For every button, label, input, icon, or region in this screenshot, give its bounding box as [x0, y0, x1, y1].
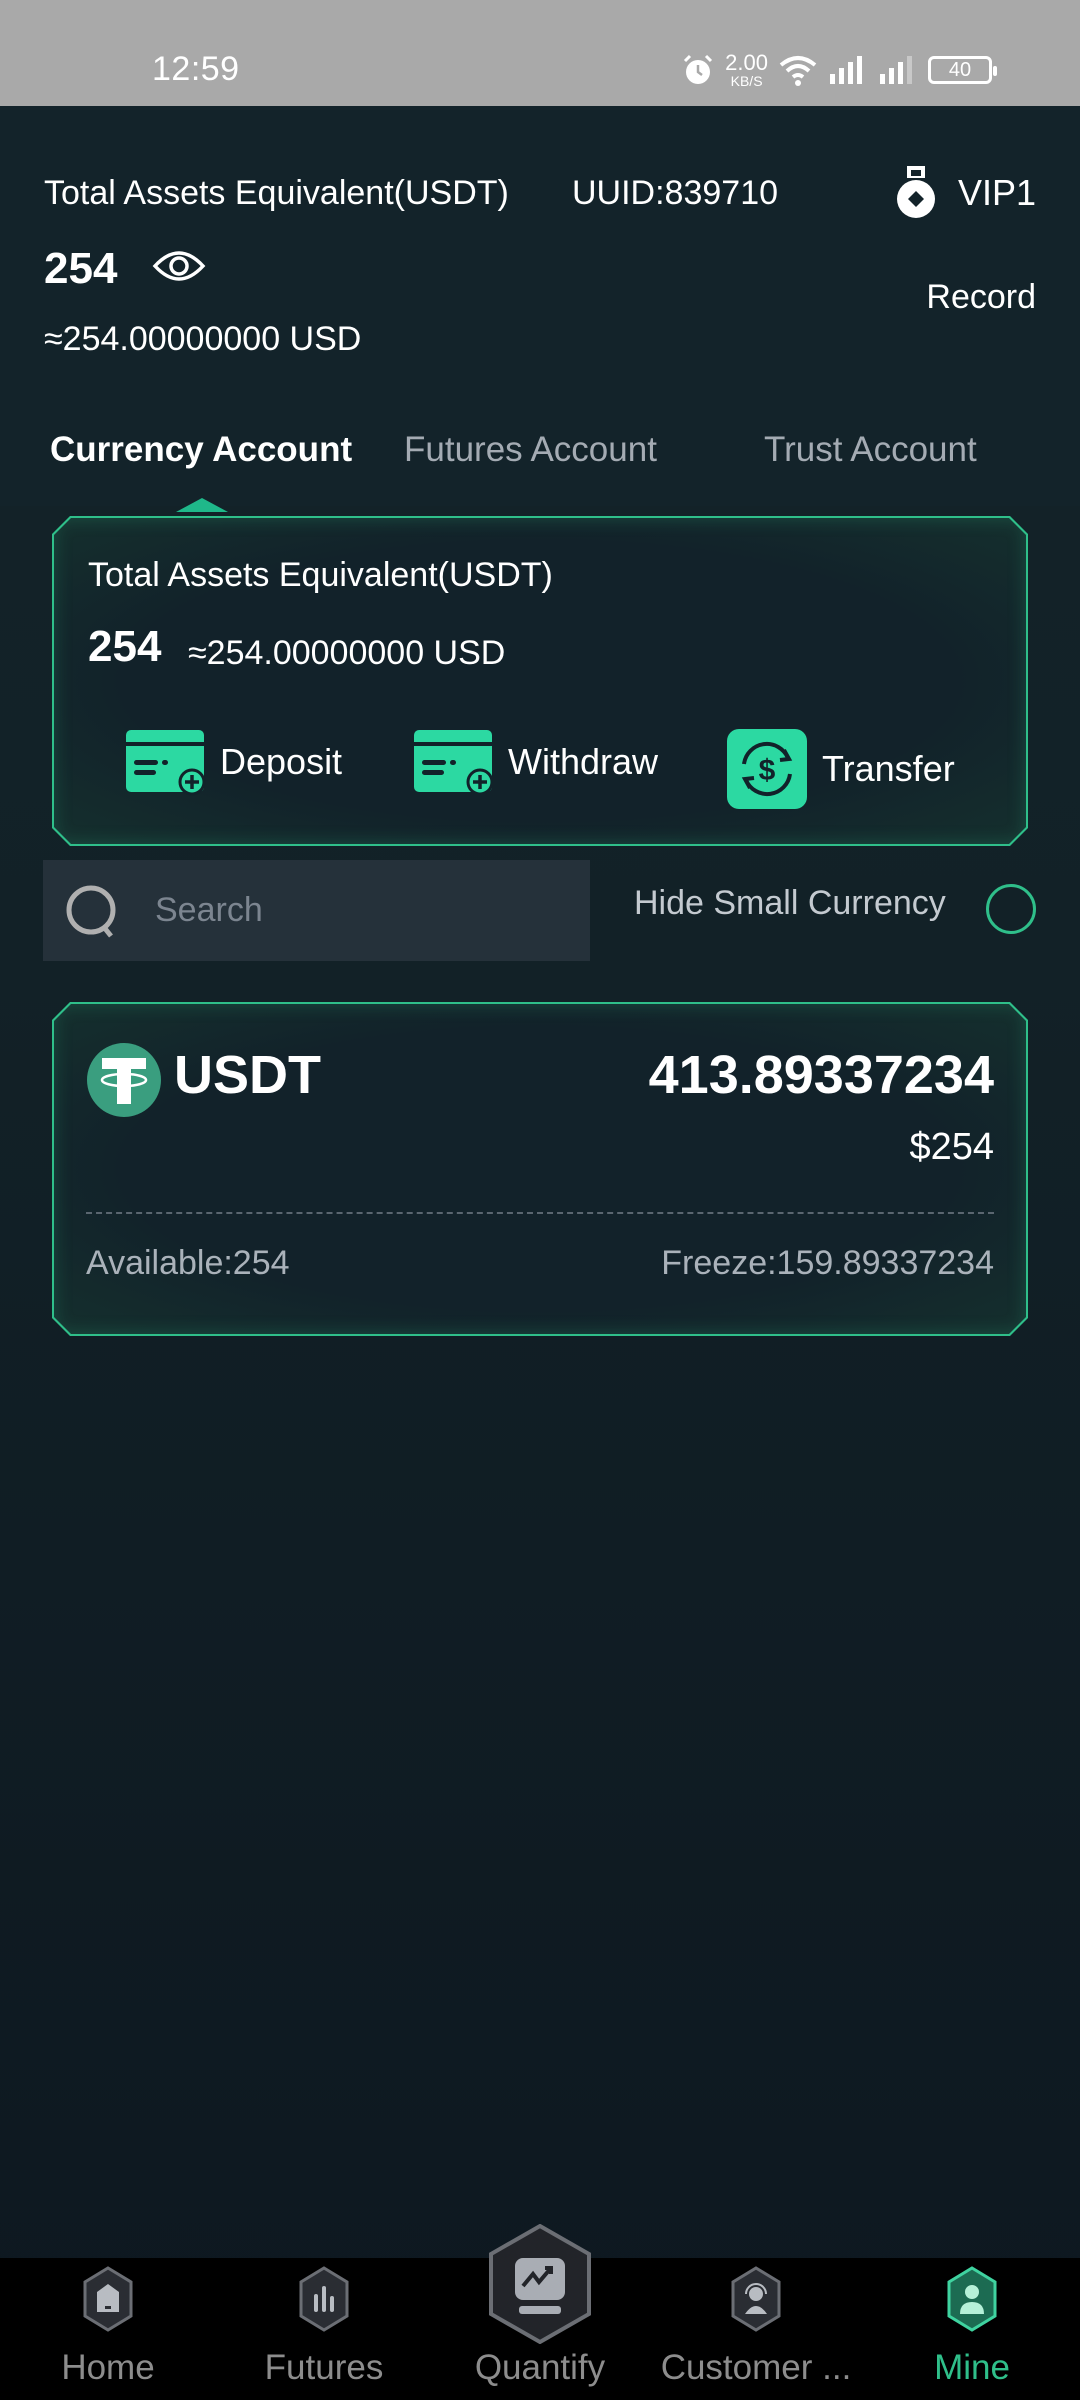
search-box: [43, 860, 590, 961]
eye-icon[interactable]: [152, 246, 206, 286]
total-usd-equivalent: ≈254.00000000 USD: [44, 320, 362, 358]
card-assets-title: Total Assets Equivalent(USDT): [88, 556, 553, 594]
active-tab-indicator: [176, 498, 228, 512]
withdraw-button[interactable]: Withdraw: [412, 728, 658, 796]
coin-freeze: Freeze:159.89337234: [661, 1244, 994, 1282]
nav-quantify-label[interactable]: Quantify: [432, 2348, 648, 2388]
futures-chart-icon: [299, 2266, 349, 2332]
alarm-icon: [684, 54, 713, 84]
coin-usd-value: $254: [909, 1126, 994, 1168]
hide-small-currency-toggle[interactable]: [986, 884, 1036, 934]
deposit-card-icon: [124, 728, 206, 796]
customer-service-icon: [731, 2266, 781, 2332]
status-icons: 2.00 KB/S 40: [681, 50, 997, 89]
battery-indicator: 40: [928, 56, 997, 84]
card-assets-amount: 254: [88, 622, 162, 671]
hide-small-currency-label: Hide Small Currency: [634, 884, 946, 922]
total-assets-title: Total Assets Equivalent(USDT): [44, 174, 509, 212]
total-amount: 254: [44, 244, 118, 293]
card-assets-usd: ≈254.00000000 USD: [188, 634, 506, 672]
withdraw-card-icon: [412, 728, 494, 796]
search-input[interactable]: [155, 860, 575, 961]
tab-trust-account[interactable]: Trust Account: [764, 430, 977, 470]
tab-currency-account[interactable]: Currency Account: [50, 430, 352, 470]
svg-text:$: $: [759, 754, 776, 787]
coin-card-usdt[interactable]: USDT 413.89337234 $254 Available:254 Fre…: [52, 1002, 1028, 1336]
signal-icon: [880, 56, 912, 84]
status-time: 12:59: [152, 50, 240, 88]
deposit-button[interactable]: Deposit: [124, 728, 342, 796]
signal-icon: [830, 56, 862, 84]
network-speed: 2.00 KB/S: [725, 50, 768, 89]
record-link[interactable]: Record: [926, 278, 1036, 317]
coin-symbol: USDT: [174, 1045, 321, 1105]
nav-mine[interactable]: Mine: [864, 2258, 1080, 2400]
search-icon: [66, 885, 116, 938]
nav-home[interactable]: Home: [0, 2258, 216, 2400]
transfer-dollar-icon: $: [726, 728, 808, 810]
home-icon: [83, 2266, 133, 2332]
uuid-label: UUID:839710: [572, 174, 779, 212]
nav-customer-service[interactable]: Customer ...: [648, 2258, 864, 2400]
currency-assets-card: Total Assets Equivalent(USDT) 254 ≈254.0…: [52, 516, 1028, 846]
nav-futures[interactable]: Futures: [216, 2258, 432, 2400]
account-tabs: Currency Account Futures Account Trust A…: [0, 430, 1080, 510]
coin-divider: [86, 1212, 994, 1214]
tab-futures-account[interactable]: Futures Account: [404, 430, 657, 470]
vip-medal-icon: [896, 166, 935, 218]
mine-user-icon: [947, 2266, 997, 2332]
vip-level: VIP1: [957, 172, 1036, 213]
tether-logo-icon: [86, 1042, 162, 1118]
withdraw-label: Withdraw: [508, 741, 659, 782]
transfer-button[interactable]: $ Transfer: [726, 728, 955, 810]
coin-available: Available:254: [86, 1244, 290, 1282]
quantify-icon[interactable]: [487, 2224, 593, 2344]
vip-badge[interactable]: VIP1: [896, 166, 1036, 220]
asset-actions: Deposit Withdraw $ Transfer: [54, 728, 1026, 818]
coin-total-balance: 413.89337234: [648, 1045, 994, 1105]
transfer-label: Transfer: [822, 748, 955, 789]
deposit-label: Deposit: [220, 741, 343, 782]
wifi-icon: [779, 56, 817, 86]
status-bar: 12:59 2.00 KB/S 40: [0, 0, 1080, 106]
